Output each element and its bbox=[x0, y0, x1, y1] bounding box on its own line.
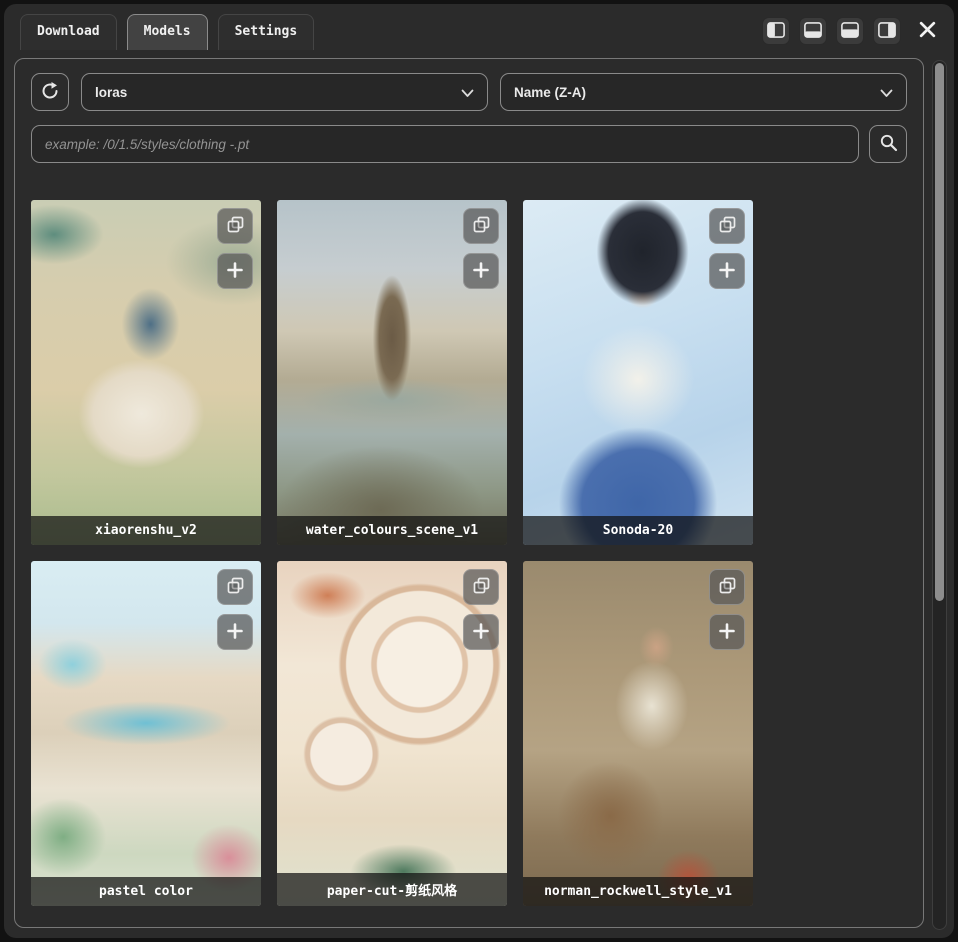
scrollbar[interactable] bbox=[932, 60, 947, 930]
model-name-label: Sonoda-20 bbox=[523, 516, 753, 545]
add-icon bbox=[471, 260, 491, 283]
chevron-down-icon bbox=[880, 83, 893, 102]
card-actions bbox=[217, 208, 253, 289]
model-card[interactable]: xiaorenshu_v2 bbox=[31, 200, 261, 545]
dock-left-icon bbox=[767, 22, 785, 41]
card-actions bbox=[709, 569, 745, 650]
add-model-button[interactable] bbox=[709, 614, 745, 650]
model-name-label: pastel color bbox=[31, 877, 261, 906]
content-panel: loras Name (Z-A) xiaorenshu_v2 bbox=[14, 58, 924, 928]
dock-left-button[interactable] bbox=[762, 17, 790, 45]
model-card[interactable]: Sonoda-20 bbox=[523, 200, 753, 545]
add-icon bbox=[225, 621, 245, 644]
card-actions bbox=[709, 208, 745, 289]
model-name-label: paper-cut-剪纸风格 bbox=[277, 873, 507, 906]
dock-bottom-fill-button[interactable] bbox=[836, 17, 864, 45]
tab-bar: Download Models Settings bbox=[20, 14, 314, 50]
copy-model-button[interactable] bbox=[217, 569, 253, 605]
close-icon bbox=[918, 20, 937, 42]
model-name-label: xiaorenshu_v2 bbox=[31, 516, 261, 545]
scrollbar-thumb[interactable] bbox=[935, 63, 944, 601]
copy-model-button[interactable] bbox=[709, 208, 745, 244]
add-icon bbox=[471, 621, 491, 644]
dock-bottom-icon bbox=[804, 22, 822, 41]
model-type-select[interactable]: loras bbox=[81, 73, 488, 111]
refresh-button[interactable] bbox=[31, 73, 69, 111]
search-button[interactable] bbox=[869, 125, 907, 163]
model-grid: xiaorenshu_v2 water_colours_scene_v1 Son… bbox=[31, 200, 907, 906]
filter-toolbar: loras Name (Z-A) bbox=[31, 73, 907, 111]
copy-icon bbox=[472, 215, 491, 237]
model-type-value: loras bbox=[95, 85, 127, 100]
refresh-icon bbox=[40, 81, 60, 104]
tab-download[interactable]: Download bbox=[20, 14, 117, 50]
dock-right-icon bbox=[878, 22, 896, 41]
titlebar-buttons bbox=[762, 16, 942, 46]
dock-bottom-fill-icon bbox=[841, 22, 859, 41]
chevron-down-icon bbox=[461, 83, 474, 102]
model-card[interactable]: water_colours_scene_v1 bbox=[277, 200, 507, 545]
copy-model-button[interactable] bbox=[463, 208, 499, 244]
copy-model-button[interactable] bbox=[709, 569, 745, 605]
dock-bottom-button[interactable] bbox=[799, 17, 827, 45]
copy-icon bbox=[718, 215, 737, 237]
add-icon bbox=[225, 260, 245, 283]
copy-model-button[interactable] bbox=[463, 569, 499, 605]
model-manager-window: Download Models Settings bbox=[4, 4, 954, 938]
search-icon bbox=[879, 133, 898, 155]
add-model-button[interactable] bbox=[217, 253, 253, 289]
add-model-button[interactable] bbox=[463, 253, 499, 289]
add-model-button[interactable] bbox=[463, 614, 499, 650]
titlebar: Download Models Settings bbox=[4, 4, 954, 58]
close-button[interactable] bbox=[912, 16, 942, 46]
model-name-label: water_colours_scene_v1 bbox=[277, 516, 507, 545]
model-card[interactable]: paper-cut-剪纸风格 bbox=[277, 561, 507, 906]
search-bar bbox=[31, 125, 907, 163]
copy-icon bbox=[226, 215, 245, 237]
add-icon bbox=[717, 621, 737, 644]
card-actions bbox=[463, 569, 499, 650]
card-actions bbox=[463, 208, 499, 289]
copy-icon bbox=[718, 576, 737, 598]
add-icon bbox=[717, 260, 737, 283]
model-name-label: norman_rockwell_style_v1 bbox=[523, 877, 753, 906]
model-card[interactable]: pastel color bbox=[31, 561, 261, 906]
sort-value: Name (Z-A) bbox=[514, 85, 586, 100]
copy-icon bbox=[472, 576, 491, 598]
tab-settings[interactable]: Settings bbox=[218, 14, 315, 50]
dock-right-button[interactable] bbox=[873, 17, 901, 45]
copy-icon bbox=[226, 576, 245, 598]
add-model-button[interactable] bbox=[709, 253, 745, 289]
add-model-button[interactable] bbox=[217, 614, 253, 650]
tab-models[interactable]: Models bbox=[127, 14, 208, 50]
copy-model-button[interactable] bbox=[217, 208, 253, 244]
model-card[interactable]: norman_rockwell_style_v1 bbox=[523, 561, 753, 906]
sort-select[interactable]: Name (Z-A) bbox=[500, 73, 907, 111]
search-input[interactable] bbox=[31, 125, 859, 163]
card-actions bbox=[217, 569, 253, 650]
